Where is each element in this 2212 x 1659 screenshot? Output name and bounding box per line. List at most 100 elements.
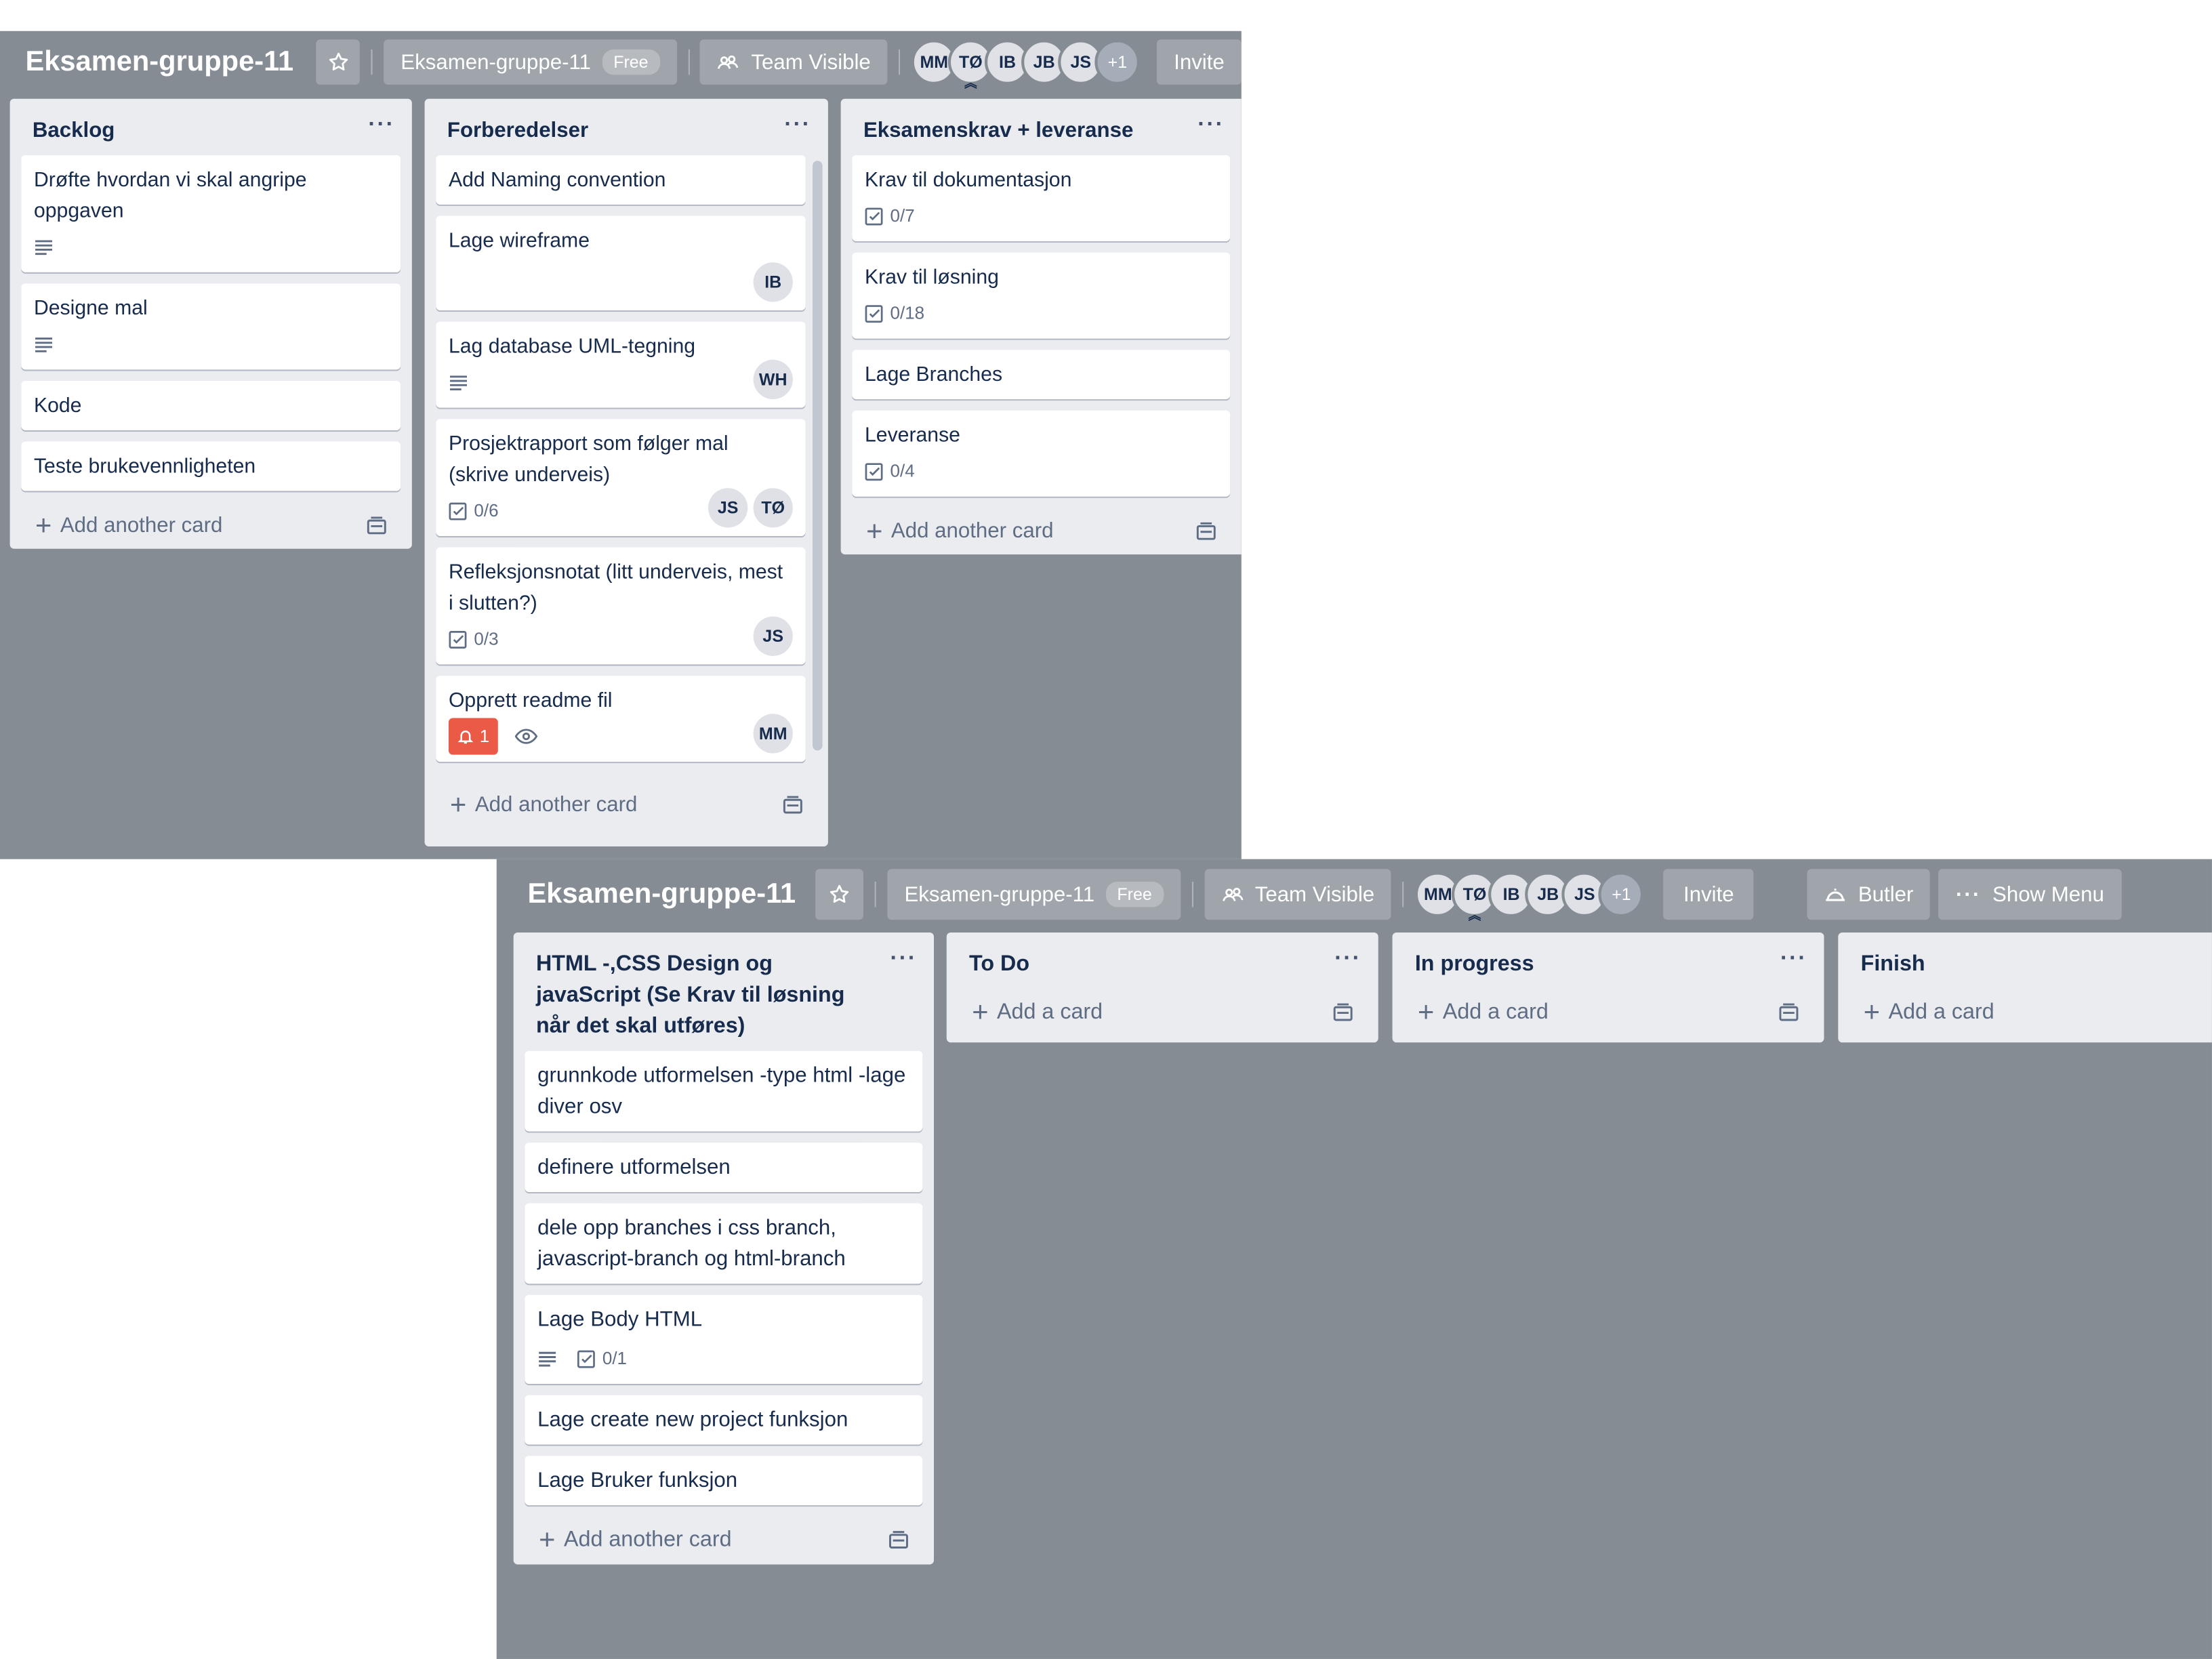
board-title[interactable]: Eksamen-gruppe-11: [25, 46, 304, 79]
show-menu-button[interactable]: ··· Show Menu: [1938, 869, 2121, 920]
watch-eye-icon: [514, 729, 537, 744]
add-card-button[interactable]: + Add another card: [841, 508, 1242, 554]
description-icon: [449, 373, 468, 392]
plus-icon: +: [35, 510, 52, 541]
plan-badge: Free: [1105, 882, 1164, 907]
card[interactable]: Kode: [21, 381, 401, 430]
plus-icon: +: [450, 789, 467, 821]
board-screenshot-bottom: Eksamen-gruppe-11 Eksamen-gruppe-11 Free…: [496, 859, 2212, 1659]
more-members-badge[interactable]: +1: [1599, 872, 1644, 918]
card-title: Lage create new project funksjon: [537, 1408, 848, 1432]
list-menu-icon[interactable]: ···: [1334, 947, 1361, 970]
invite-button[interactable]: Invite: [1157, 39, 1242, 85]
add-card-label: Add a card: [1442, 1000, 1549, 1025]
card[interactable]: Refleksjonsnotat (litt underveis, mest i…: [436, 547, 806, 665]
board-header: Eksamen-gruppe-11 Eksamen-gruppe-11 Free…: [497, 862, 2212, 927]
card-title: definere utformelsen: [537, 1155, 731, 1180]
card-member-avatar[interactable]: IB: [753, 262, 793, 302]
list-menu-icon[interactable]: ···: [890, 947, 918, 970]
visibility-button[interactable]: Team Visible: [700, 39, 888, 85]
card-member-avatar[interactable]: TØ: [753, 488, 793, 528]
card[interactable]: Lage Bruker funksjon: [525, 1456, 923, 1506]
card-template-icon[interactable]: [783, 795, 802, 815]
list-title[interactable]: Backlog: [33, 119, 115, 142]
list-title[interactable]: To Do: [969, 952, 1029, 976]
list-menu-icon[interactable]: ···: [368, 114, 395, 136]
card[interactable]: definere utformelsen: [525, 1143, 923, 1192]
star-button[interactable]: [316, 39, 361, 85]
card-title: Prosjektrapport som følger mal (skrive u…: [448, 433, 729, 487]
add-card-button[interactable]: + Add a card: [947, 989, 1378, 1042]
more-members-badge[interactable]: +1: [1094, 39, 1141, 85]
list-title[interactable]: In progress: [1415, 952, 1534, 976]
card[interactable]: Designe mal: [21, 283, 401, 370]
card[interactable]: grunnkode utformelsen -type html -lage d…: [525, 1050, 923, 1132]
card[interactable]: Lage Branches: [852, 350, 1231, 400]
card[interactable]: Add Naming convention: [436, 155, 806, 205]
star-button[interactable]: [815, 869, 864, 920]
card-member-avatar[interactable]: JS: [708, 488, 748, 528]
card-title: dele opp branches i css branch, javascri…: [537, 1216, 846, 1271]
admin-chevron-icon: ︽: [1468, 908, 1481, 923]
plus-icon: +: [1418, 997, 1435, 1029]
list-menu-icon[interactable]: ···: [1780, 947, 1807, 970]
card-member-avatar[interactable]: WH: [753, 359, 793, 400]
card-title: Lage Bruker funksjon: [537, 1468, 738, 1493]
list-scrollbar[interactable]: [813, 161, 823, 751]
card-member-avatar[interactable]: JS: [753, 616, 793, 656]
card-template-icon[interactable]: [1333, 1003, 1353, 1023]
visibility-button[interactable]: Team Visible: [1204, 869, 1392, 920]
card-template-icon[interactable]: [1196, 521, 1216, 541]
add-card-label: Add a card: [1888, 1000, 1994, 1025]
card[interactable]: Teste brukevennligheten: [21, 441, 401, 491]
card[interactable]: dele opp branches i css branch, javascri…: [525, 1203, 923, 1284]
butler-bell-icon: [1826, 888, 1845, 901]
member-avatars: MM TØ ︽ IB JB JS +1: [911, 39, 1141, 89]
invite-button[interactable]: Invite: [1663, 869, 1754, 920]
list-title[interactable]: Forberedelser: [447, 119, 588, 142]
card-template-icon[interactable]: [888, 1531, 908, 1551]
plus-icon: +: [1863, 997, 1881, 1029]
checklist-icon: [449, 630, 467, 648]
card-template-icon[interactable]: [367, 516, 386, 535]
checklist-count: 0/18: [890, 303, 925, 323]
add-card-button[interactable]: + Add another card: [514, 1517, 934, 1565]
add-card-button[interactable]: + Add a card: [1838, 989, 2212, 1042]
card[interactable]: Prosjektrapport som følger mal (skrive u…: [436, 419, 806, 537]
card[interactable]: Opprett readme fil 1 MM: [436, 676, 806, 762]
board-title[interactable]: Eksamen-gruppe-11: [528, 878, 807, 911]
card[interactable]: Leveranse 0/4: [852, 410, 1231, 497]
list-title[interactable]: Finish: [1861, 952, 1925, 976]
card-title: Add Naming convention: [448, 169, 666, 192]
add-card-label: Add another card: [60, 513, 223, 538]
card[interactable]: Krav til løsning 0/18: [852, 252, 1231, 339]
card[interactable]: Lage Body HTML 0/1: [525, 1294, 923, 1385]
show-menu-label: Show Menu: [1992, 882, 2104, 907]
list-title[interactable]: Eksamenskrav + leveranse: [863, 119, 1133, 142]
card[interactable]: Krav til dokumentasjon 0/7: [852, 155, 1231, 241]
notification-count: 1: [479, 726, 490, 747]
member-initials: TØ: [1462, 884, 1487, 905]
add-card-button[interactable]: + Add a card: [1393, 989, 1824, 1042]
card-title: Drøfte hvordan vi skal angripe oppgaven: [33, 169, 307, 223]
team-button[interactable]: Eksamen-gruppe-11 Free: [887, 869, 1181, 920]
card-title: Leveranse: [865, 424, 960, 447]
add-card-button[interactable]: + Add another card: [425, 784, 828, 828]
card[interactable]: Lage wireframe IB: [436, 216, 806, 310]
card[interactable]: Lage create new project funksjon: [525, 1395, 923, 1445]
list-menu-icon[interactable]: ···: [1197, 114, 1225, 136]
list-title[interactable]: HTML -,CSS Design og javaScript (Se Krav…: [536, 952, 844, 1038]
card-title: Lage Branches: [865, 364, 1003, 387]
team-button[interactable]: Eksamen-gruppe-11 Free: [384, 39, 677, 85]
card[interactable]: Lag database UML-tegning WH: [436, 321, 806, 408]
star-icon: [830, 884, 849, 903]
list-menu-icon[interactable]: ···: [784, 114, 811, 136]
checklist-badge: 0/3: [449, 623, 499, 655]
add-card-button[interactable]: + Add another card: [10, 502, 412, 549]
card-template-icon[interactable]: [1779, 1003, 1799, 1023]
card[interactable]: Drøfte hvordan vi skal angripe oppgaven: [21, 155, 401, 272]
checklist-icon: [449, 501, 467, 520]
team-visibility-icon: [1222, 888, 1243, 901]
card-member-avatar[interactable]: MM: [753, 714, 793, 754]
butler-button[interactable]: Butler: [1807, 869, 1931, 920]
